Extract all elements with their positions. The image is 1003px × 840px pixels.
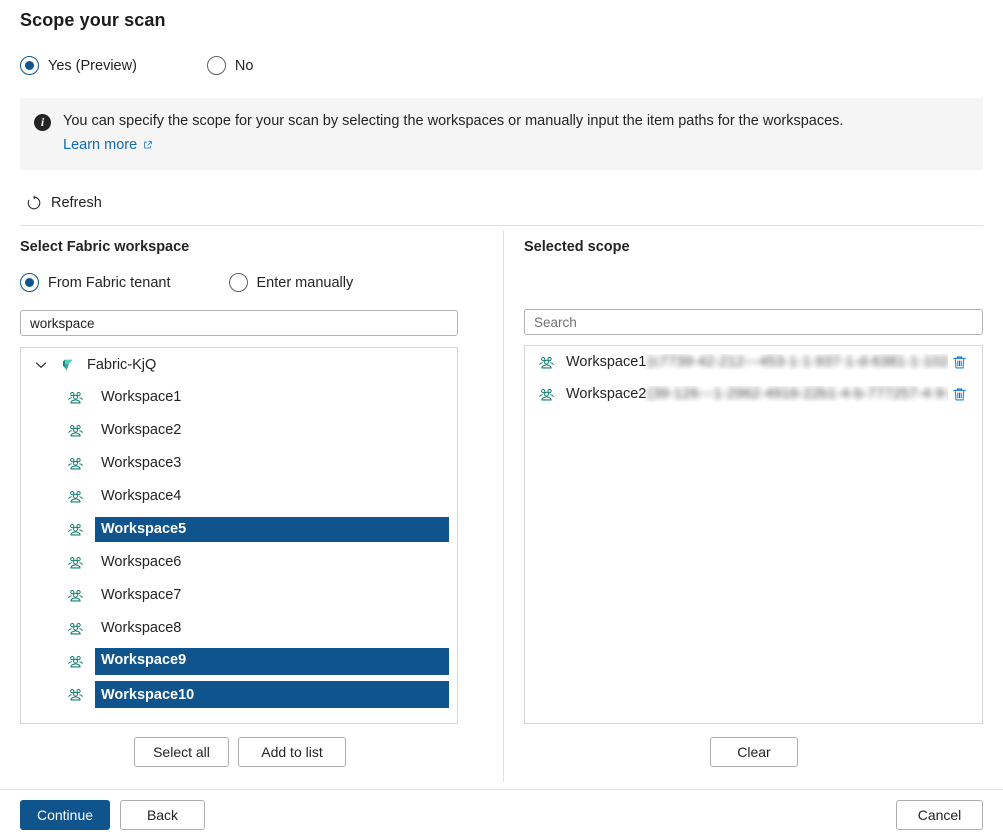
chevron-down-icon[interactable] <box>33 357 49 373</box>
tree-item[interactable]: Workspace1 <box>21 381 457 414</box>
workspace-icon <box>67 488 84 505</box>
source-radio-from-tenant-label: From Fabric tenant <box>48 275 171 291</box>
tree-item[interactable]: Workspace5 <box>21 513 457 546</box>
trash-icon <box>951 354 968 371</box>
delete-scope-button[interactable] <box>948 351 970 373</box>
select-all-button[interactable]: Select all <box>134 737 229 767</box>
selected-scope-name: Workspace2 <box>566 386 646 402</box>
workspace-icon <box>67 620 84 637</box>
scope-your-scan-dialog: Scope your scan Yes (Preview) No i You c… <box>0 0 1003 840</box>
scope-radio-yes[interactable]: Yes (Preview) <box>20 56 137 75</box>
scope-choice-radio-group: Yes (Preview) No <box>20 56 253 75</box>
tree-item[interactable]: Workspace9 <box>21 645 457 678</box>
trash-icon <box>951 386 968 403</box>
tree-item[interactable]: Workspace3 <box>21 447 457 480</box>
workspace-icon <box>67 554 84 571</box>
tree-item-label: Workspace8 <box>95 616 189 641</box>
tree-item-label: Workspace4 <box>95 484 189 509</box>
footer-divider <box>0 789 1003 790</box>
tree-item-label: Workspace1 <box>95 385 189 410</box>
back-button[interactable]: Back <box>120 800 205 830</box>
learn-more-label: Learn more <box>63 137 137 153</box>
workspace-icon <box>67 455 84 472</box>
source-radio-from-tenant[interactable]: From Fabric tenant <box>20 273 171 292</box>
workspace-filter-input[interactable] <box>20 310 458 336</box>
selected-scope-item-list: Workspace1(c7739-42-212---453-1-1-937-1-… <box>525 346 982 410</box>
tree-item-label: Workspace6 <box>95 550 189 575</box>
source-radio-enter-manually[interactable]: Enter manually <box>229 273 354 292</box>
selected-scope-label: Workspace2(39-126---1-2962-4916-22b1-4-b… <box>566 386 948 402</box>
refresh-label: Refresh <box>51 195 102 211</box>
workspace-icon <box>538 386 555 403</box>
selected-scope-row: Workspace2(39-126---1-2962-4916-22b1-4-b… <box>525 378 982 410</box>
workspace-icon <box>67 587 84 604</box>
selected-scope-row: Workspace1(c7739-42-212---453-1-1-937-1-… <box>525 346 982 378</box>
workspace-source-radio-group: From Fabric tenant Enter manually <box>20 273 353 292</box>
fabric-logo-icon <box>59 356 77 374</box>
tree-item-list: Workspace1 Workspace2 Workspace3 Workspace4… <box>21 381 457 711</box>
workspace-icon <box>67 422 84 439</box>
workspace-icon <box>67 521 84 538</box>
continue-button[interactable]: Continue <box>20 800 110 830</box>
radio-mark-icon <box>20 56 39 75</box>
page-title: Scope your scan <box>20 10 166 31</box>
radio-mark-icon <box>229 273 248 292</box>
radio-mark-icon <box>20 273 39 292</box>
workspace-tree[interactable]: Fabric-KjQ Workspace1Workspace2Workspace… <box>20 347 458 724</box>
add-to-list-button[interactable]: Add to list <box>238 737 346 767</box>
scope-radio-no[interactable]: No <box>207 56 254 75</box>
info-icon: i <box>34 114 51 131</box>
tree-item-label: Workspace5 <box>95 517 449 542</box>
tree-item[interactable]: Workspace8 <box>21 612 457 645</box>
external-link-icon <box>142 139 154 151</box>
header-divider <box>20 225 983 226</box>
tree-item[interactable]: Workspace2 <box>21 414 457 447</box>
radio-mark-icon <box>207 56 226 75</box>
clear-button[interactable]: Clear <box>710 737 798 767</box>
cancel-button[interactable]: Cancel <box>896 800 983 830</box>
tree-item[interactable]: Workspace7 <box>21 579 457 612</box>
selected-scope-guid: (39-126---1-2962-4916-22b1-4-b-777257-4-… <box>647 386 948 402</box>
workspace-icon <box>538 354 555 371</box>
workspace-icon <box>67 686 84 703</box>
delete-scope-button[interactable] <box>948 383 970 405</box>
left-panel-title: Select Fabric workspace <box>20 239 189 255</box>
tree-item-label: Workspace10 <box>95 681 449 708</box>
refresh-icon <box>26 195 42 211</box>
scope-radio-yes-label: Yes (Preview) <box>48 58 137 74</box>
scope-radio-no-label: No <box>235 58 254 74</box>
tree-item[interactable]: Workspace4 <box>21 480 457 513</box>
workspace-icon <box>67 389 84 406</box>
selected-scope-name: Workspace1 <box>566 354 646 370</box>
workspace-icon <box>67 653 84 670</box>
selected-scope-guid: (c7739-42-212---453-1-1-937-1-d-6381-1-1… <box>647 354 948 370</box>
tree-root-fabric[interactable]: Fabric-KjQ <box>21 348 457 381</box>
selected-scope-search-input[interactable] <box>524 309 983 335</box>
learn-more-link[interactable]: Learn more <box>63 137 154 153</box>
refresh-button[interactable]: Refresh <box>22 192 106 214</box>
tree-item[interactable]: Workspace6 <box>21 546 457 579</box>
selected-scope-list: Workspace1(c7739-42-212---453-1-1-937-1-… <box>524 345 983 724</box>
info-banner: i You can specify the scope for your sca… <box>20 98 983 170</box>
source-radio-enter-manually-label: Enter manually <box>257 275 354 291</box>
tree-item-label: Workspace3 <box>95 451 189 476</box>
panel-divider <box>503 230 504 782</box>
selected-scope-label: Workspace1(c7739-42-212---453-1-1-937-1-… <box>566 354 948 370</box>
info-banner-body: You can specify the scope for your scan … <box>63 112 843 170</box>
tree-item-label: Workspace9 <box>95 648 449 675</box>
tree-item-label: Workspace2 <box>95 418 189 443</box>
tree-root-label: Fabric-KjQ <box>87 357 156 373</box>
right-panel-title: Selected scope <box>524 239 630 255</box>
tree-item-label: Workspace7 <box>95 583 189 608</box>
tree-item[interactable]: Workspace10 <box>21 678 457 711</box>
info-banner-text: You can specify the scope for your scan … <box>63 112 843 131</box>
